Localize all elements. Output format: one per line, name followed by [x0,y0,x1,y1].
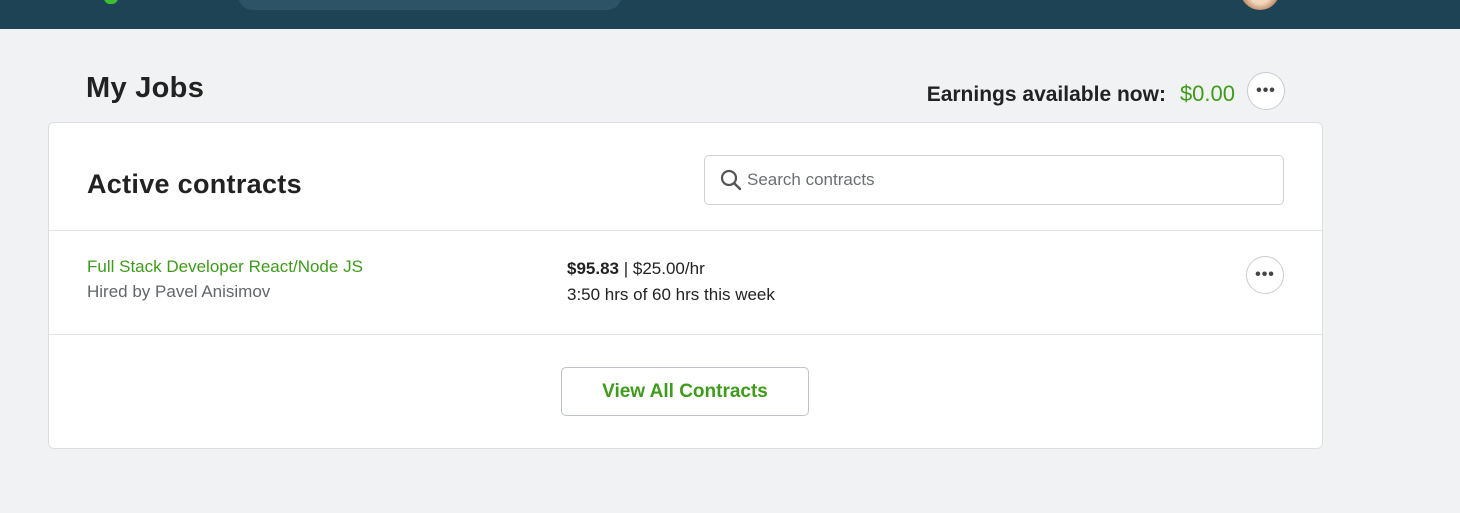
divider [49,230,1322,231]
top-navigation-bar [0,0,1460,29]
contract-hourly-rate: $25.00/hr [632,259,705,278]
active-contracts-title: Active contracts [87,169,302,199]
page-title: My Jobs [86,72,205,104]
earnings-more-button[interactable]: ••• [1247,72,1285,110]
user-avatar[interactable] [1240,0,1280,10]
upwork-logo-icon[interactable] [104,0,118,4]
ellipsis-icon: ••• [1255,266,1275,283]
earnings-amount: $0.00 [1179,81,1235,106]
contract-client: Hired by Pavel Anisimov [87,282,271,301]
earnings-label: Earnings available now: [926,83,1166,106]
global-search-bar[interactable] [238,0,622,10]
earnings-summary: Earnings available now: $0.00 [927,81,1235,107]
divider [49,334,1322,335]
active-contracts-card: Active contracts Full Stack Developer Re… [48,122,1323,449]
contract-title-link[interactable]: Full Stack Developer React/Node JS [87,257,363,277]
contract-earnings: $95.83 | $25.00/hr [567,259,705,279]
search-icon [720,169,742,191]
search-contracts-input[interactable] [747,170,1267,190]
contract-more-button[interactable]: ••• [1246,256,1284,294]
search-contracts-field[interactable] [704,155,1284,205]
ellipsis-icon: ••• [1256,82,1276,99]
view-all-contracts-button[interactable]: View All Contracts [561,367,809,416]
separator: | [623,259,629,278]
contract-hours: 3:50 hrs of 60 hrs this week [567,285,775,304]
contract-earned-amount: $95.83 [567,259,619,278]
